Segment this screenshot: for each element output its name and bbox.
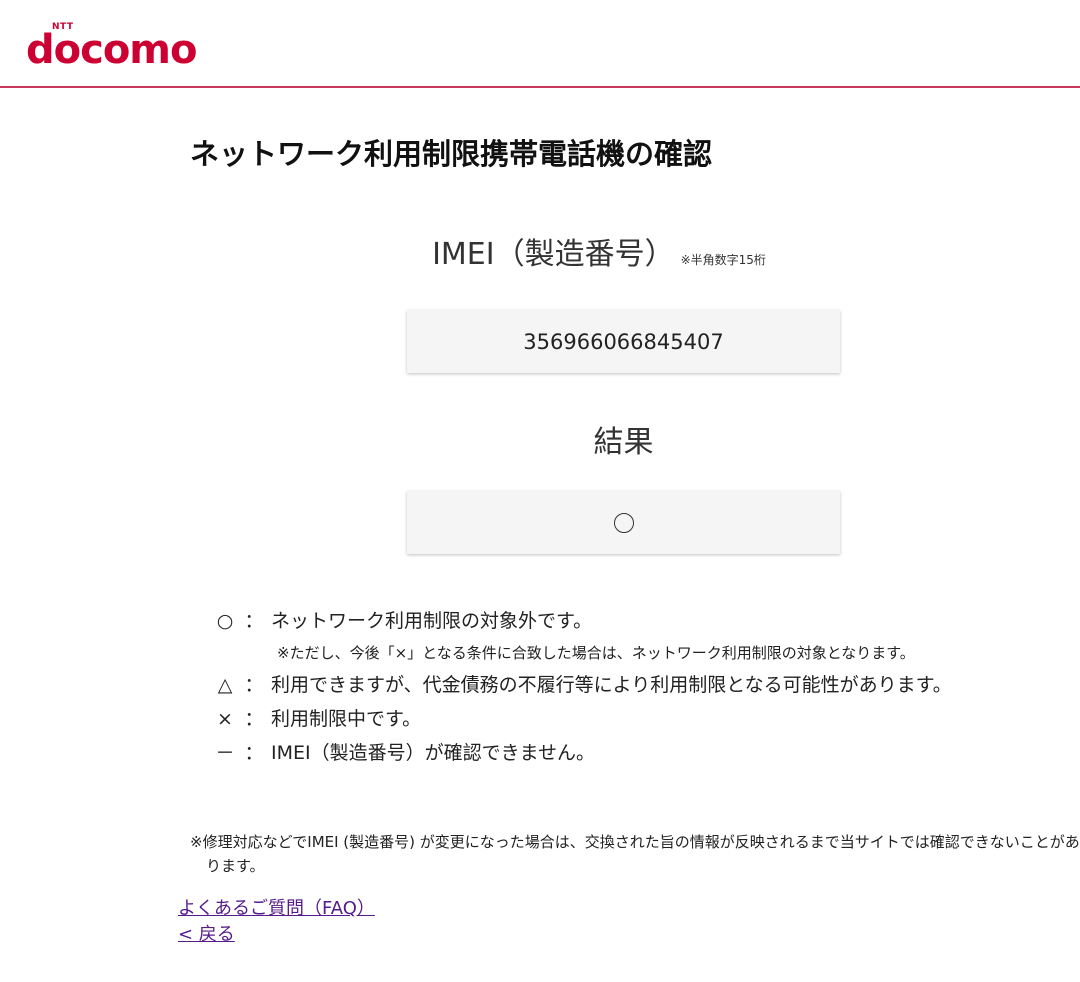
legend-text: IMEI（製造番号）が確認できません。	[271, 742, 596, 764]
imei-label: IMEI（製造番号）	[432, 237, 675, 272]
imei-value: 356966066845407	[523, 329, 724, 354]
docomo-logo[interactable]: NTT docomo	[26, 23, 197, 80]
dash-icon: －	[215, 742, 235, 764]
site-header: NTT docomo	[0, 0, 1080, 88]
page-title: ネットワーク利用制限携帯電話機の確認	[190, 137, 713, 171]
docomo-wordmark: docomo	[26, 27, 197, 73]
back-link[interactable]: < 戻る	[178, 922, 235, 948]
faq-link[interactable]: よくあるご質問（FAQ）	[178, 896, 375, 922]
legend-text: 利用できますが、代金債務の不履行等により利用制限となる可能性があります。	[271, 674, 952, 696]
result-circle-icon	[613, 512, 634, 533]
legend-text: ネットワーク利用制限の対象外です。	[271, 610, 593, 632]
circle-icon: ○	[216, 610, 234, 632]
legend-text: 利用制限中です。	[271, 708, 422, 730]
legend-item-triangle: △ ： 利用できますが、代金債務の不履行等により利用制限となる可能性があります。	[213, 668, 952, 702]
legend-colon: ：	[244, 674, 264, 696]
result-field	[407, 491, 840, 554]
imei-field[interactable]: 356966066845407	[407, 310, 840, 373]
legend-subnote: ※ただし、今後「×」となる条件に合致した場合は、ネットワーク利用制限の対象となり…	[277, 644, 915, 662]
legend-colon: ：	[244, 742, 264, 764]
result-heading: 結果	[593, 425, 654, 460]
imei-note: ※半角数字15桁	[680, 253, 766, 267]
ntt-logo-mark: NTT	[52, 22, 74, 32]
legend-item-dash: － ： IMEI（製造番号）が確認できません。	[213, 736, 952, 770]
cross-icon: ×	[217, 708, 233, 730]
legend-colon: ：	[244, 610, 264, 632]
triangle-icon: △	[217, 674, 233, 696]
legend-colon: ：	[244, 708, 264, 730]
legend: ○ ： ネットワーク利用制限の対象外です。 ※ただし、今後「×」となる条件に合致した…	[213, 604, 952, 770]
legend-item-circle: ○ ： ネットワーク利用制限の対象外です。	[213, 604, 952, 638]
footnote: ※修理対応などでIMEI (製造番号) が変更になった場合は、交換された旨の情報…	[190, 833, 1080, 875]
imei-heading: IMEI（製造番号） ※半角数字15桁	[0, 232, 1080, 283]
legend-item-cross: × ： 利用制限中です。	[213, 702, 952, 736]
